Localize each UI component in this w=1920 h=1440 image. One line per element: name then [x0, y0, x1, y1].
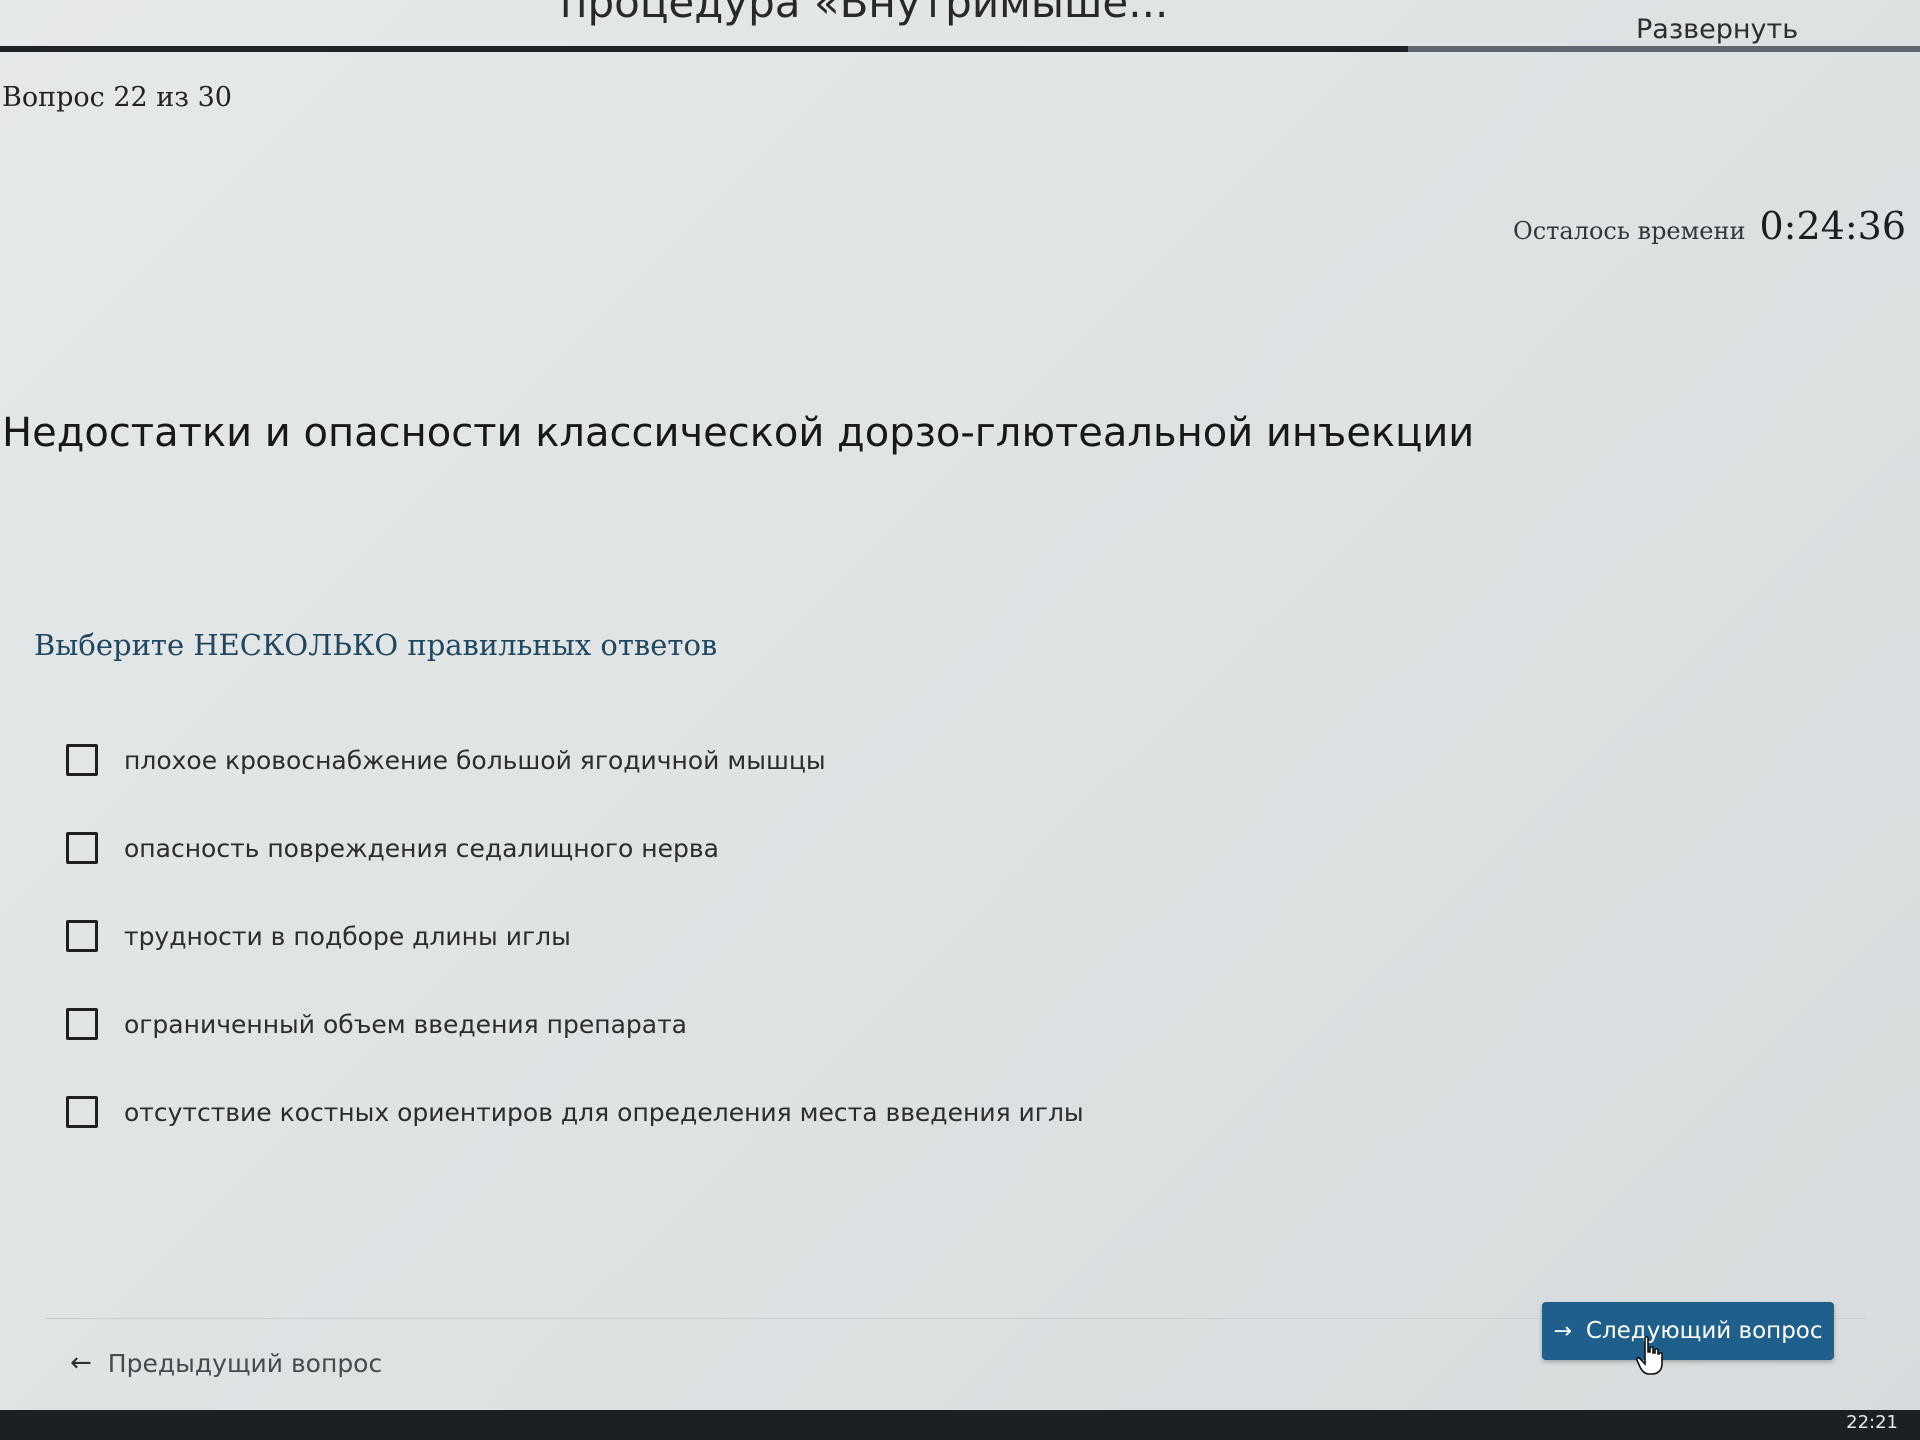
answer-checkbox[interactable]: [66, 832, 98, 864]
answer-label: трудности в подборе длины иглы: [124, 921, 571, 951]
answer-option-1[interactable]: плохое кровоснабжение большой ягодичной …: [66, 716, 1084, 804]
expand-button[interactable]: Развернуть: [1636, 14, 1798, 45]
timer-label: Осталось времени: [1513, 217, 1746, 245]
answer-label: ограниченный объем введения препарата: [124, 1009, 687, 1039]
arrow-right-icon: →: [1553, 1318, 1572, 1344]
arrow-left-icon: ←: [70, 1348, 92, 1378]
top-bar: процедура «Внутримыше... Развернуть: [0, 0, 1920, 52]
timer: Осталось времени 0:24:36: [1513, 204, 1906, 248]
taskbar: 22:21: [0, 1410, 1920, 1440]
taskbar-clock: 22:21: [1846, 1412, 1898, 1433]
progress-bar: [0, 46, 1920, 52]
next-question-button[interactable]: → Следующий вопрос: [1542, 1302, 1834, 1360]
answer-option-4[interactable]: ограниченный объем введения препарата: [66, 980, 1084, 1068]
question-counter: Вопрос 22 из 30: [2, 82, 232, 113]
progress-bar-fill: [0, 46, 1408, 52]
hand-cursor-icon: [1636, 1336, 1663, 1375]
previous-question-label: Предыдущий вопрос: [107, 1348, 383, 1378]
timer-value: 0:24:36: [1759, 204, 1907, 248]
answer-option-3[interactable]: трудности в подборе длины иглы: [66, 892, 1084, 980]
answer-label: плохое кровоснабжение большой ягодичной …: [124, 745, 826, 775]
previous-question-button[interactable]: ← Предыдущий вопрос: [70, 1348, 382, 1378]
answer-checkbox[interactable]: [66, 1008, 98, 1040]
question-title: Недостатки и опасности классической дорз…: [2, 410, 1475, 456]
answer-option-2[interactable]: опасность повреждения седалищного нерва: [66, 804, 1084, 892]
answer-option-5[interactable]: отсутствие костных ориентиров для опреде…: [66, 1068, 1084, 1156]
answer-checkbox[interactable]: [66, 744, 98, 776]
answer-checkbox[interactable]: [66, 920, 98, 952]
next-question-label: Следующий вопрос: [1585, 1318, 1823, 1344]
answer-label: отсутствие костных ориентиров для опреде…: [124, 1097, 1084, 1127]
answer-checkbox[interactable]: [66, 1096, 98, 1128]
answer-instruction: Выберите НЕСКОЛЬКО правильных ответов: [34, 628, 718, 662]
answer-label: опасность повреждения седалищного нерва: [124, 833, 719, 863]
answer-list: плохое кровоснабжение большой ягодичной …: [66, 716, 1084, 1156]
window-title: процедура «Внутримыше...: [560, 0, 1169, 27]
